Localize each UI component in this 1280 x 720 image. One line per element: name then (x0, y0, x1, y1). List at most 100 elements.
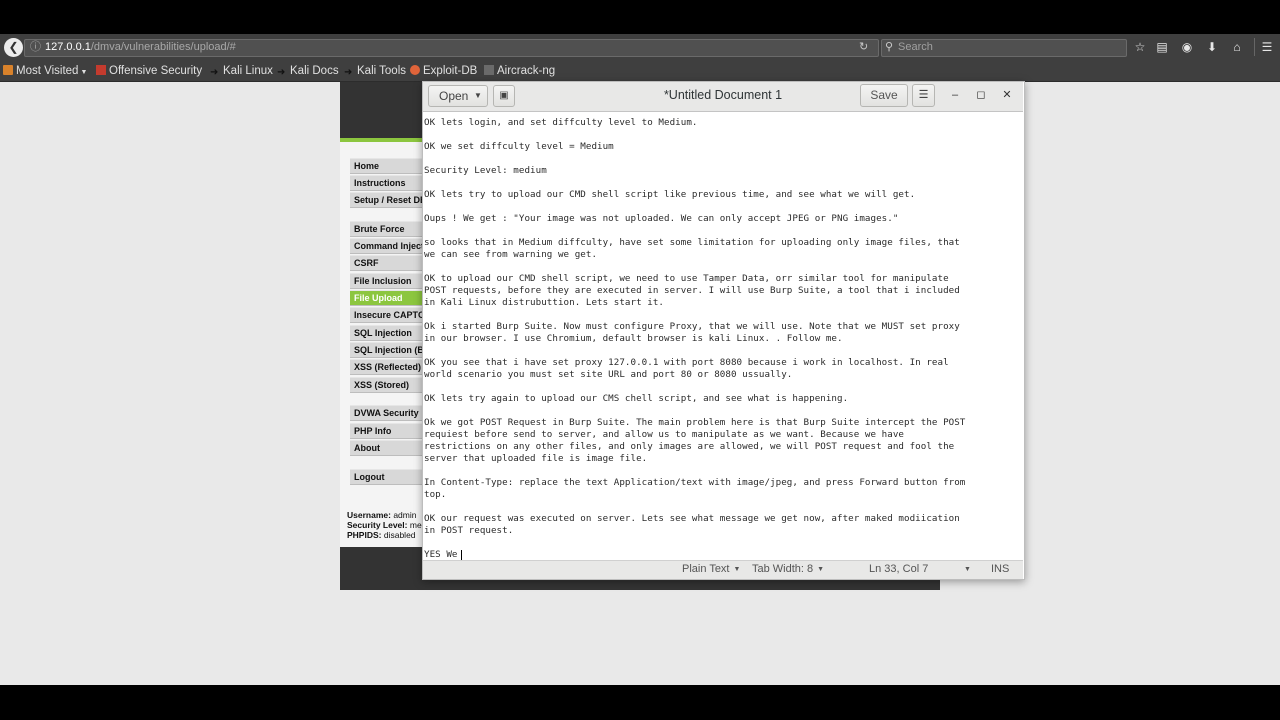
offsec-icon (96, 65, 106, 75)
tab-width-selector[interactable]: Tab Width: 8 ▼ (752, 561, 824, 577)
phpids-value: disabled (383, 530, 416, 540)
editor-line: In Content-Type: replace the text Applic… (424, 477, 966, 488)
hamburger-menu-button[interactable]: ☰ (912, 84, 935, 107)
close-icon[interactable]: ✕ (999, 86, 1015, 104)
hamburger-icon: ☰ (918, 89, 929, 101)
dvwa-menu-insecure-captcha[interactable]: Insecure CAPTCHA (350, 307, 430, 323)
username-value: admin (393, 510, 417, 520)
phpids-label: PHPIDS: (347, 530, 382, 540)
exploit-db-icon (410, 65, 420, 75)
search-icon: ⚲ (885, 41, 894, 53)
kali-icon: ➜ (210, 67, 219, 78)
dvwa-menu-csrf[interactable]: CSRF (350, 255, 430, 271)
dvwa-menu-xss-stored[interactable]: XSS (Stored) (350, 377, 430, 393)
syntax-selector[interactable]: Plain Text ▼ (682, 561, 740, 577)
dvwa-menu-command-injection[interactable]: Command Injection (350, 238, 430, 254)
bookmark-label: Aircrack-ng (497, 65, 556, 77)
bookmark-exploit-db[interactable]: Exploit-DB (410, 63, 477, 80)
bookmark-kali-tools[interactable]: ➜ Kali Tools (344, 63, 406, 80)
syntax-label: Plain Text (682, 563, 730, 575)
aircrack-icon (484, 65, 494, 75)
dvwa-menu-php-info[interactable]: PHP Info (350, 423, 430, 439)
editor-line: Ok we got POST Request in Burp Suite. Th… (424, 417, 966, 428)
dvwa-menu-brute-force[interactable]: Brute Force (350, 221, 430, 237)
screen-bottom-bar (0, 685, 1280, 720)
cursor-position-label: Ln 33, Col 7 (869, 563, 929, 575)
minimize-icon[interactable]: – (947, 86, 963, 104)
chevron-down-icon: ▼ (733, 566, 741, 573)
home-icon[interactable]: ⌂ (1228, 39, 1246, 55)
bookmark-kali-docs[interactable]: ➜ Kali Docs (277, 63, 339, 80)
dvwa-menu-xss-reflected[interactable]: XSS (Reflected) (350, 359, 430, 375)
editor-line: OK lets login, and set diffculty level t… (424, 117, 698, 128)
star-icon[interactable]: ☆ (1131, 39, 1149, 55)
bookmark-aircrack-ng[interactable]: Aircrack-ng (484, 63, 555, 80)
save-button[interactable]: Save (860, 84, 908, 107)
position-dropdown[interactable]: ▼ (960, 561, 971, 577)
chevron-down-icon: ▼ (817, 566, 825, 573)
editor-line: OK we set diffculty level = Medium (424, 141, 614, 152)
editor-line: Security Level: medium (424, 165, 547, 176)
url-text[interactable]: 127.0.0.1/dmva/vulnerabilities/upload/# (45, 39, 236, 55)
info-icon[interactable]: ⓘ (30, 40, 41, 54)
editor-line: POST requests, before they are executed … (424, 285, 960, 296)
editor-line: OK lets try again to upload our CMS chel… (424, 393, 849, 404)
editor-line: OK to upload our CMD shell script, we ne… (424, 273, 949, 284)
editor-line: restrictions on any other files, and onl… (424, 441, 955, 452)
editor-line: requiest before send to server, and allo… (424, 429, 904, 440)
dvwa-menu-setup[interactable]: Setup / Reset DB (350, 192, 430, 208)
maximize-icon[interactable]: ◻ (973, 86, 989, 104)
editor-line: in Kali Linux distrubuttion. Lets start … (424, 297, 664, 308)
bookmark-offensive-security[interactable]: Offensive Security (96, 63, 202, 80)
dvwa-menu-dvwa-security[interactable]: DVWA Security (350, 405, 430, 421)
editor-scrollbar[interactable] (1015, 112, 1021, 560)
dvwa-security-row: Security Level: medium (347, 520, 423, 530)
editor-line: in our browser. I use Chromium, default … (424, 333, 843, 344)
editor-line: in POST request. (424, 525, 514, 536)
dvwa-menu-sql-injection[interactable]: SQL Injection (350, 325, 430, 341)
bookmark-kali-linux[interactable]: ➜ Kali Linux (210, 63, 273, 80)
bookmark-most-visited[interactable]: Most Visited ▼ (3, 63, 87, 80)
bookmark-label: Exploit-DB (423, 65, 478, 77)
bookmark-label: Most Visited (16, 65, 79, 77)
security-label: Security Level: (347, 520, 408, 530)
reload-icon[interactable]: ↻ (859, 39, 873, 55)
username-label: Username: (347, 510, 391, 520)
editor-line: OK you see that i have set proxy 127.0.0… (424, 357, 949, 368)
kali-icon: ➜ (277, 67, 286, 78)
folder-icon (3, 65, 13, 75)
editor-line: OK our request was executed on server. L… (424, 513, 960, 524)
bookmark-label: Kali Docs (290, 65, 339, 77)
editor-line: YES We (424, 549, 458, 560)
dvwa-menu-instructions[interactable]: Instructions (350, 175, 430, 191)
search-input[interactable] (898, 40, 1118, 54)
back-arrow-icon[interactable]: ❮ (4, 38, 23, 57)
dvwa-menu-home[interactable]: Home (350, 158, 430, 174)
editor-line: server that uploaded file is image file. (424, 453, 648, 464)
kali-icon: ➜ (344, 67, 353, 78)
bookmark-label: Kali Tools (357, 65, 407, 77)
dvwa-phpids-row: PHPIDS: disabled (347, 530, 423, 540)
cursor-position[interactable]: Ln 33, Col 7 (869, 561, 928, 577)
dvwa-menu-logout[interactable]: Logout (350, 469, 430, 485)
dvwa-menu-file-inclusion[interactable]: File Inclusion (350, 273, 430, 289)
url-host: 127.0.0.1 (45, 41, 91, 53)
dvwa-menu-file-upload[interactable]: File Upload (350, 290, 430, 306)
new-document-button[interactable]: ▣ (493, 85, 515, 107)
dvwa-menu-about[interactable]: About (350, 440, 430, 456)
pocket-icon[interactable]: ◉ (1178, 39, 1196, 55)
download-icon[interactable]: ⬇ (1203, 39, 1221, 55)
chevron-down-icon: ▼ (964, 566, 971, 573)
editor-text-area[interactable]: OK lets login, and set diffculty level t… (424, 112, 1014, 560)
reading-list-icon[interactable]: ▤ (1153, 39, 1171, 55)
editor-line: Ok i started Burp Suite. Now must config… (424, 321, 960, 332)
menu-icon[interactable]: ☰ (1258, 39, 1276, 55)
dvwa-menu-sql-injection-blind[interactable]: SQL Injection (Blind) (350, 342, 430, 358)
new-document-icon: ▣ (499, 90, 509, 101)
open-label: Open (439, 89, 469, 103)
text-caret (461, 550, 462, 560)
dvwa-username-row: Username: admin (347, 510, 423, 520)
insert-mode: INS (991, 563, 1010, 575)
editor-line: OK lets try to upload our CMD shell scri… (424, 189, 916, 200)
open-button[interactable]: Open ▼ (428, 85, 488, 107)
